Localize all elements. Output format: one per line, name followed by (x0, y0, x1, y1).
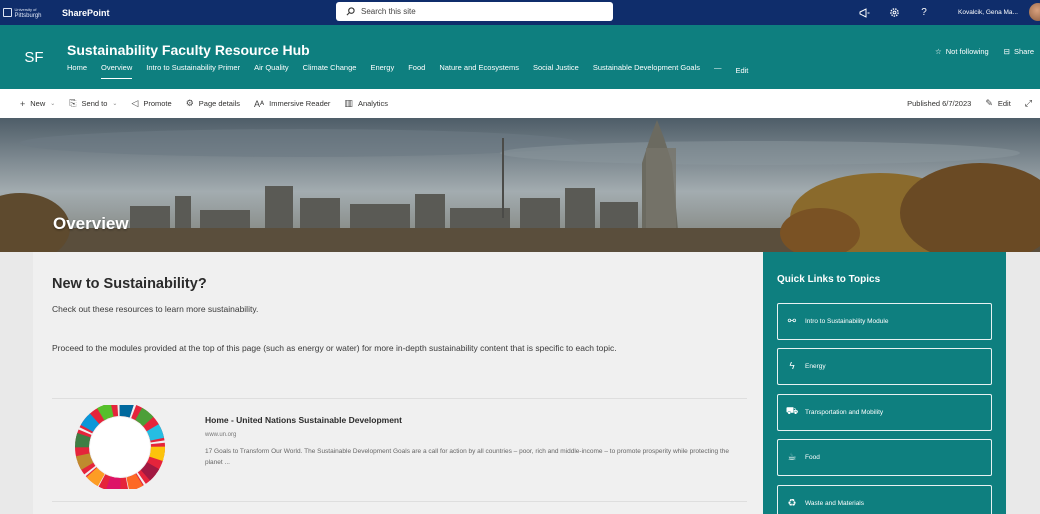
quicklink-transportation[interactable]: ⛟ Transportation and Mobility (777, 394, 992, 431)
edit-label: Edit (997, 99, 1011, 108)
share-button[interactable]: ⊟ Share (1004, 47, 1034, 56)
promote-button[interactable]: ◁ Promote (131, 98, 171, 109)
analytics-button[interactable]: ▥ Analytics (344, 98, 388, 109)
quicklink-intro-module[interactable]: ⚯ Intro to Sustainability Module (777, 303, 992, 340)
quicklink-energy[interactable]: ϟ Energy (777, 348, 992, 385)
quicklink-label: Waste and Materials (805, 500, 865, 507)
site-title[interactable]: Sustainability Faculty Resource Hub (67, 42, 310, 58)
nav-air-quality[interactable]: Air Quality (254, 63, 289, 79)
nav-overview[interactable]: Overview (101, 63, 133, 79)
site-header: SF Sustainability Faculty Resource Hub H… (0, 25, 1040, 89)
hero-banner: Overview (0, 118, 1040, 252)
immersive-reader-button[interactable]: Aᴬ Immersive Reader (254, 99, 330, 109)
quicklink-food[interactable]: ☕ Food (777, 439, 992, 476)
recycle-icon: ♻ (787, 498, 797, 509)
page-title: Overview (53, 214, 129, 233)
gear-icon[interactable] (888, 7, 900, 19)
nav-food[interactable]: Food (408, 63, 425, 79)
pencil-icon: ✎ (985, 98, 993, 108)
help-icon[interactable]: ? (918, 7, 930, 19)
new-label: New (30, 99, 46, 108)
megaphone-icon: ◁ (131, 98, 139, 108)
crest-icon (3, 8, 13, 17)
app-name[interactable]: SharePoint (62, 8, 110, 18)
sdg-wheel-image (75, 405, 165, 489)
quicklink-waste[interactable]: ♻ Waste and Materials (777, 485, 992, 514)
promote-label: Promote (143, 99, 172, 108)
quicklink-label: Food (805, 454, 820, 461)
follow-button[interactable]: ☆ Not following (935, 47, 989, 56)
star-icon: ☆ (935, 47, 942, 56)
quick-links-panel: Quick Links to Topics ⚯ Intro to Sustain… (763, 252, 1006, 514)
nav-edit[interactable]: Edit (735, 66, 748, 79)
expand-icon[interactable]: ⤢ (1025, 98, 1032, 109)
un-link-card[interactable]: Home - United Nations Sustainable Develo… (52, 398, 747, 502)
nav-more[interactable]: — (714, 63, 722, 79)
published-status: Published 6/7/2023 (907, 99, 972, 108)
lightning-icon: ϟ (789, 361, 795, 372)
site-navigation: Home Overview Intro to Sustainability Pr… (67, 63, 762, 79)
new-button[interactable]: + New ⌄ (20, 99, 55, 109)
main-section: New to Sustainability? Check out these r… (33, 252, 763, 514)
search-icon (346, 7, 355, 16)
send-to-button[interactable]: ⎘ Send to ⌄ (69, 98, 117, 109)
send-to-label: Send to (81, 99, 108, 108)
nav-nature-ecosystems[interactable]: Nature and Ecosystems (439, 63, 519, 79)
campus-skyline-image (0, 118, 1040, 252)
nav-sdg[interactable]: Sustainable Development Goals (593, 63, 700, 79)
quicklink-label: Transportation and Mobility (805, 409, 884, 416)
page-details-label: Page details (198, 99, 241, 108)
plus-icon: + (20, 98, 26, 109)
link-description: 17 Goals to Transform Our World. The Sus… (205, 448, 729, 466)
link-title[interactable]: Home - United Nations Sustainable Develo… (205, 415, 402, 425)
site-logo[interactable]: SF (15, 42, 53, 73)
nav-energy[interactable]: Energy (370, 63, 394, 79)
coffee-cup-icon: ☕ (787, 452, 797, 463)
nav-social-justice[interactable]: Social Justice (533, 63, 579, 79)
chevron-down-icon: ⌄ (50, 101, 56, 107)
follow-label: Not following (945, 47, 989, 56)
search-box[interactable]: Search this site (336, 2, 613, 21)
car-icon: ⛟ (785, 406, 799, 417)
edit-button[interactable]: ✎ Edit (985, 98, 1010, 109)
command-bar: + New ⌄ ⎘ Send to ⌄ ◁ Promote ⚙ Page det… (0, 89, 1040, 118)
page-details-button[interactable]: ⚙ Page details (186, 98, 240, 109)
quicklink-label: Intro to Sustainability Module (805, 318, 889, 325)
quick-links-heading: Quick Links to Topics (777, 274, 881, 285)
search-placeholder: Search this site (361, 7, 416, 16)
share-icon: ⊟ (1003, 47, 1010, 56)
avatar[interactable] (1029, 3, 1040, 21)
send-icon: ⎘ (69, 98, 77, 108)
analytics-label: Analytics (357, 99, 388, 108)
gear-icon: ⚙ (185, 98, 194, 108)
quicklink-label: Energy (805, 363, 826, 370)
user-name[interactable]: Kovalcik, Gena Ma... (958, 0, 1018, 25)
university-logo[interactable]: University of Pittsburgh (0, 0, 45, 25)
share-label: Share (1013, 47, 1034, 56)
intro-text: Check out these resources to learn more … (52, 304, 259, 314)
nav-home[interactable]: Home (67, 63, 87, 79)
immersive-reader-label: Immersive Reader (269, 99, 331, 108)
link-nodes-icon: ⚯ (787, 316, 797, 327)
section-heading: New to Sustainability? (52, 276, 207, 292)
nav-intro-primer[interactable]: Intro to Sustainability Primer (146, 63, 240, 79)
org-line2: Pittsburgh (14, 12, 42, 19)
megaphone-icon[interactable] (858, 7, 870, 19)
reader-icon: Aᴬ (254, 98, 265, 109)
link-url: www.un.org (205, 432, 237, 438)
modules-text: Proceed to the modules provided at the t… (52, 343, 617, 353)
chevron-down-icon: ⌄ (112, 101, 118, 107)
chart-icon: ▥ (344, 98, 353, 108)
nav-climate-change[interactable]: Climate Change (303, 63, 357, 79)
suite-bar: University of Pittsburgh SharePoint Sear… (0, 0, 1040, 25)
